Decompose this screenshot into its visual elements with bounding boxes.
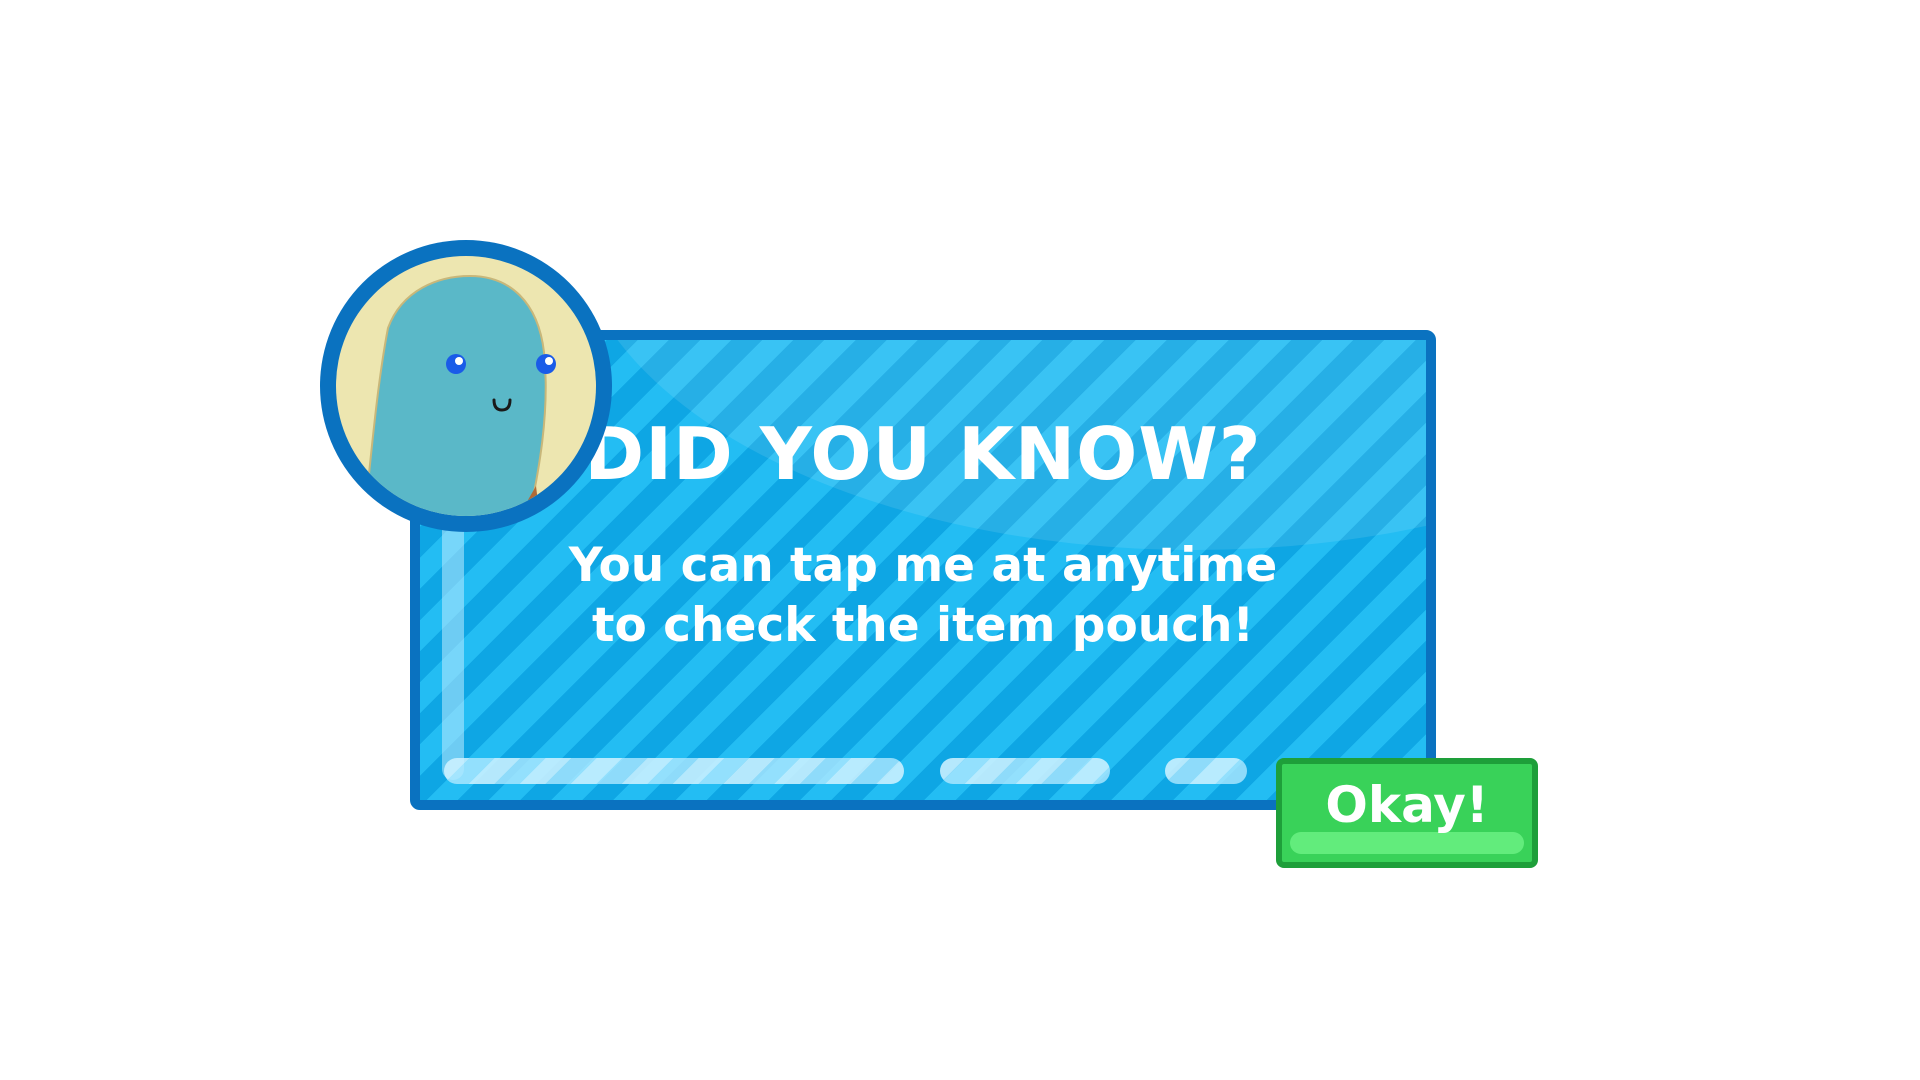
dialog-message-line: You can tap me at anytime (568, 538, 1278, 593)
dialog-highlight-strip (1165, 758, 1247, 784)
okay-button[interactable]: Okay! (1276, 758, 1538, 868)
dialog-highlight-strip (444, 758, 904, 784)
blob-character-icon (336, 256, 596, 516)
character-avatar[interactable] (320, 240, 612, 532)
dialog-message: You can tap me at anytime to check the i… (420, 536, 1426, 656)
game-screen: DID YOU KNOW? You can tap me at anytime … (0, 0, 1920, 1080)
okay-button-label: Okay! (1325, 776, 1489, 834)
dialog-highlight-strip (940, 758, 1110, 784)
button-shine (1290, 832, 1524, 854)
dialog-message-line: to check the item pouch! (592, 598, 1254, 653)
